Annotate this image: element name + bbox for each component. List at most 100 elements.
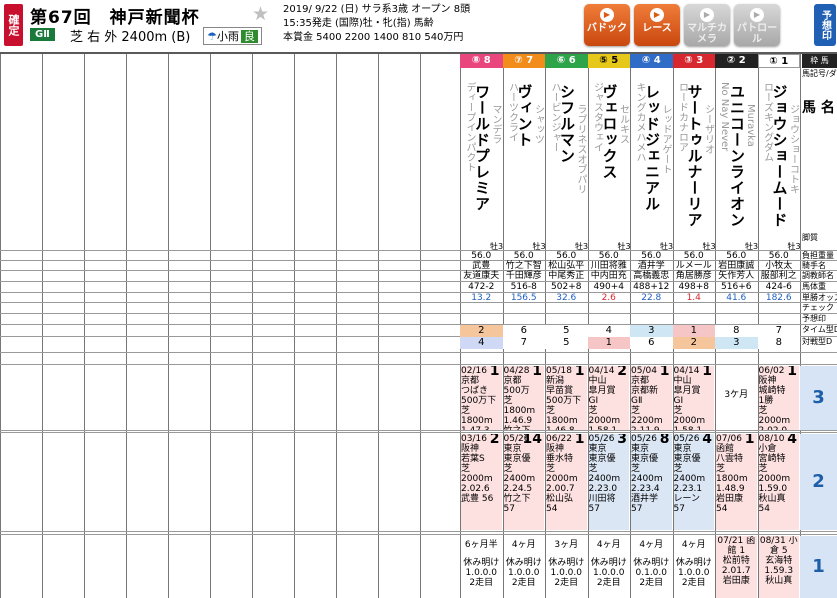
past-race-3[interactable]: 05/18新潟早苗賞500万下芝1800m1.46.8吉田隼 561	[546, 366, 587, 430]
grade-badge: GⅡ	[30, 28, 55, 41]
horse-name[interactable]: サートゥルナーリア	[686, 84, 704, 234]
past-rank: 2	[617, 366, 627, 379]
time-rank: 8	[715, 325, 758, 337]
grid-line	[84, 54, 85, 598]
past-rank: 1	[489, 366, 500, 379]
section-number: 3	[800, 366, 837, 430]
horse-name[interactable]: ジョウショームード	[771, 84, 789, 234]
past-dist: 芝2200m	[631, 406, 663, 426]
past-rank: 2	[489, 434, 500, 447]
multi-camera-button[interactable]: ▶ マルチカメラ	[684, 4, 730, 46]
past-cls: 500万下	[546, 396, 582, 406]
past-rank: 14	[522, 434, 542, 447]
past-time: 1.46.9	[503, 416, 533, 426]
past-rank: 1	[744, 434, 755, 447]
label-horse_no: 馬記号/ダ	[802, 69, 837, 78]
past-time: 1.48.9	[716, 484, 745, 494]
horse-name[interactable]: ヴィント	[516, 84, 534, 234]
past-race-1[interactable]: 4ヶ月 休み明け 0.1.0.0 2走目	[631, 536, 672, 598]
past-dist: 芝2000m	[673, 406, 706, 426]
past-race-2[interactable]: 05/26 東京 東京優 芝2400m 2.23.0 川田将 57 3	[588, 434, 629, 530]
grid-line	[0, 54, 1, 598]
waku-number: ⑤ 5	[587, 54, 630, 68]
past-rec: 1.0.0.0	[508, 568, 540, 578]
past-race-2[interactable]: 05/26 東京 東京優 芝2400m 2.24.5 竹之下 57 14	[503, 434, 544, 530]
past-rank: 1	[574, 366, 585, 379]
past-race-2[interactable]: 07/06 函館 八雲特 芝1800m 1.48.9 岩田康 54 1	[716, 434, 757, 530]
past-race: 早苗賞	[546, 386, 574, 396]
grid-line	[210, 54, 211, 598]
match-rank: 6	[630, 337, 673, 349]
race-date-line: 2019/ 9/22 (日) サラ系3歳 オープン 8頭	[283, 4, 471, 15]
horse-name[interactable]: レッドジェニアル	[643, 84, 661, 234]
waku-number: ③ 3	[672, 54, 715, 68]
past-race-3[interactable]: 04/14中山皐月賞GⅠ芝2000m1.58.1ルメー 571	[673, 366, 714, 430]
past-cls: 500万下	[461, 396, 497, 406]
horse-name[interactable]: ワールドプレミア	[473, 84, 491, 234]
race-video-button[interactable]: ▶ レース	[634, 4, 680, 46]
grid-line	[42, 54, 43, 598]
past-time: 1.46.8	[546, 426, 587, 430]
past-gap: 4ヶ月	[639, 540, 664, 550]
play-icon: ▶	[650, 8, 664, 22]
past-race-3[interactable]: 04/28京都500万芝1800m1.46.9竹之下 561	[503, 366, 544, 430]
past-rec: 1.0.0.0	[678, 568, 710, 578]
label-mark: 予想印	[802, 314, 826, 323]
past-race: 城崎特	[758, 386, 786, 396]
past-race: 宮崎特	[758, 454, 786, 464]
grid-line	[0, 352, 837, 353]
past-race-1[interactable]: 4ヶ月 休み明け 1.0.0.0 2走目	[588, 536, 629, 598]
past-race-2[interactable]: 08/10 小倉 宮崎特 芝2000m 1.59.0 秋山真 54 4	[758, 434, 799, 530]
horse-dam: ラブリネスオブパリ	[575, 104, 586, 194]
past-race-3[interactable]: 3ケ月	[716, 366, 757, 430]
label-check: チェック	[802, 303, 834, 312]
past-gap: 08/31 小倉 5	[759, 536, 798, 556]
past-note: 休み明け	[505, 558, 542, 568]
waku-number: ④ 4	[630, 54, 673, 68]
past-race-1[interactable]: 6ヶ月半 休み明け 1.0.0.0 2走目	[461, 536, 502, 598]
past-race-2[interactable]: 03/16 阪神 若葉S 芝2000m 2.02.6 武豊 56 2	[461, 434, 502, 530]
section-number: 1	[800, 536, 837, 598]
past-race-1[interactable]: 4ヶ月 休み明け 1.0.0.0 2走目	[673, 536, 714, 598]
match-rank: 3	[715, 337, 758, 349]
past-rank: 1	[574, 434, 585, 447]
past-race-1[interactable]: 4ヶ月 休み明け 1.0.0.0 2走目	[503, 536, 544, 598]
time-rank: 7	[757, 325, 800, 337]
past-turn: 2走目	[596, 578, 621, 588]
forecast-button[interactable]: 予想印	[814, 4, 836, 46]
past-race-2[interactable]: 05/26 東京 東京優 芝2400m 2.23.1 レーン 57 4	[673, 434, 714, 530]
paddock-button[interactable]: ▶ バドック	[584, 4, 630, 46]
favorite-star-icon[interactable]: ★	[252, 3, 269, 25]
past-race-1[interactable]: 3ヶ月 休み明け 1.0.0.0 2走目	[546, 536, 587, 598]
horse-name[interactable]: ヴェロックス	[601, 84, 619, 234]
match-rank: 4	[460, 337, 503, 349]
past-race: つばき	[461, 386, 489, 396]
patrol-button[interactable]: ▶ パトロール	[734, 4, 780, 46]
horse-sire: ロードカナロア	[676, 82, 688, 152]
past-race-2[interactable]: 06/22 阪神 垂水特 芝2000m 2.00.7 松山弘 54 1	[546, 434, 587, 530]
past-dist: 芝1800m	[716, 464, 748, 484]
past-time: 2.24.5	[503, 484, 533, 494]
horse-name[interactable]: シフルマン	[558, 84, 576, 234]
past-race-2[interactable]: 05/26 東京 東京優 芝2400m 2.23.4 酒井学 57 8	[631, 434, 672, 530]
past-jockey: 川田将 57	[588, 494, 616, 514]
past-race-3[interactable]: 06/02阪神城崎特1勝芝2000m2.02.0秋山真 541	[758, 366, 799, 430]
horse-dam: セルキス	[617, 104, 629, 144]
past-race-1[interactable]: 07/21 函館 1 松前特 2.01.7 岩田康	[716, 536, 757, 598]
past-race-3[interactable]: 05/04京都京都新GⅡ芝2200m2.11.9酒井学 561	[631, 366, 672, 430]
past-time: 2.23.4	[631, 484, 660, 494]
past-race: 皐月賞	[673, 386, 701, 396]
past-race-3[interactable]: 04/14中山皐月賞GⅠ芝2000m1.58.1川田将 572	[588, 366, 630, 430]
past-race-1[interactable]: 08/31 小倉 5 玄海特 1.59.3 秋山真	[758, 536, 799, 598]
past-race-3[interactable]: 02/16京都つばき500万下芝1800m1.47.3武豊 561	[461, 366, 502, 430]
rest-period: 3ケ月	[724, 390, 749, 400]
past-note: 休み明け	[675, 558, 712, 568]
waku-number: ① 1	[757, 54, 800, 68]
past-time: 2.23.0	[588, 484, 618, 494]
label-match: 対戦型D	[802, 337, 833, 346]
horse-sire: ローズキングダム	[761, 82, 773, 162]
horse-name[interactable]: ユニコーンライオン	[728, 84, 746, 234]
past-time: 1.58.1	[589, 426, 630, 430]
past-note: 休み明け	[463, 558, 500, 568]
past-turn: 2走目	[511, 578, 536, 588]
